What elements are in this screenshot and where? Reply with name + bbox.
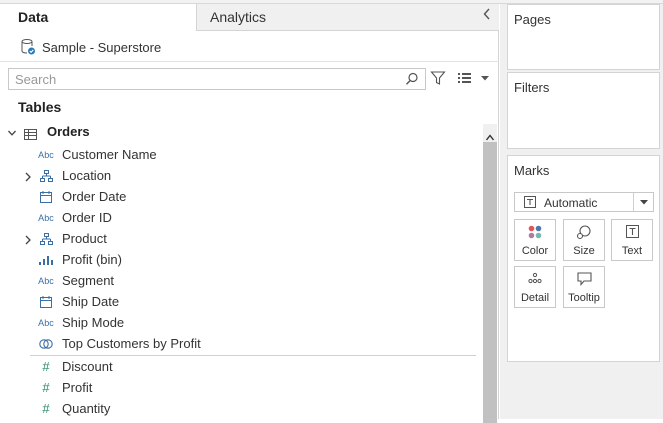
scrollbar[interactable] xyxy=(483,124,497,423)
field-label: Segment xyxy=(62,273,115,288)
collapse-pane-icon[interactable] xyxy=(483,7,491,24)
filters-title: Filters xyxy=(514,80,550,95)
calendar-icon xyxy=(36,188,56,205)
abc-icon: Abc xyxy=(38,317,54,328)
size-icon xyxy=(564,225,604,240)
tab-analytics-label: Analytics xyxy=(210,9,267,25)
hierarchy-icon xyxy=(36,230,56,247)
chevron-down-icon xyxy=(481,76,489,81)
detail-icon xyxy=(515,272,555,284)
field-label: Ship Date xyxy=(62,294,120,309)
scrollbar-thumb[interactable] xyxy=(483,142,497,423)
divider xyxy=(0,61,499,62)
field-item-ship-mode[interactable]: Abc Ship Mode xyxy=(0,312,482,333)
measures-divider xyxy=(30,355,476,356)
field-item-discount[interactable]: # Discount xyxy=(0,356,482,377)
table-name: Orders xyxy=(47,124,90,139)
field-label: Ship Mode xyxy=(62,315,125,330)
size-button[interactable]: Size xyxy=(563,219,605,261)
field-label: Order Date xyxy=(62,189,127,204)
detail-label: Detail xyxy=(520,292,550,304)
field-item-customer-name[interactable]: Abc Customer Name xyxy=(0,144,482,165)
abc-icon: Abc xyxy=(38,212,54,223)
field-item-ship-date[interactable]: Ship Date xyxy=(0,291,482,312)
search-icon xyxy=(405,72,419,91)
field-label: Customer Name xyxy=(62,147,157,162)
text-label: Text xyxy=(621,245,643,257)
pages-title: Pages xyxy=(514,12,551,27)
tooltip-icon xyxy=(564,272,604,286)
mark-type-select[interactable]: Automatic xyxy=(514,192,654,212)
detail-button[interactable]: Detail xyxy=(514,266,556,308)
search-box[interactable] xyxy=(8,68,426,90)
data-pane: Data Analytics Sample - Superstore Searc… xyxy=(0,4,499,423)
filter-icon[interactable] xyxy=(430,70,446,91)
field-item-location[interactable]: Location xyxy=(0,165,482,186)
view-options-button[interactable] xyxy=(457,72,491,84)
field-item-profit[interactable]: # Profit xyxy=(0,377,482,398)
field-label: Location xyxy=(62,168,112,183)
field-label: Discount xyxy=(62,359,113,374)
field-item-quantity[interactable]: # Quantity xyxy=(0,398,482,419)
table-orders[interactable]: Orders xyxy=(0,122,480,143)
field-label: Profit xyxy=(62,380,93,395)
search-input[interactable] xyxy=(9,69,389,89)
table-icon xyxy=(24,127,37,145)
tables-heading: Tables xyxy=(18,99,62,115)
field-label: Product xyxy=(62,231,107,246)
datasource-name: Sample - Superstore xyxy=(42,39,162,55)
abc-icon: Abc xyxy=(38,149,54,160)
tooltip-button[interactable]: Tooltip xyxy=(563,266,605,308)
text-mark-icon xyxy=(524,196,536,211)
chevron-down-icon[interactable] xyxy=(633,193,653,211)
datasource-item[interactable]: Sample - Superstore xyxy=(20,36,161,58)
field-item-top-customers-by-profit[interactable]: Top Customers by Profit xyxy=(0,333,482,354)
color-icon xyxy=(515,225,555,239)
field-item-product[interactable]: Product xyxy=(0,228,482,249)
field-label: Quantity xyxy=(62,401,111,416)
hash-icon: # xyxy=(42,401,50,416)
chevron-down-icon[interactable] xyxy=(7,125,17,143)
field-list: Abc Customer Name Location Order Date Ab… xyxy=(0,144,482,419)
hash-icon: # xyxy=(42,380,50,395)
chevron-right-icon[interactable] xyxy=(24,233,32,248)
field-item-order-date[interactable]: Order Date xyxy=(0,186,482,207)
mark-type-value: Automatic xyxy=(544,196,598,210)
text-button[interactable]: Text xyxy=(611,219,653,261)
calendar-icon xyxy=(36,293,56,310)
tab-analytics[interactable]: Analytics xyxy=(197,4,499,31)
text-icon xyxy=(612,225,652,238)
field-item-segment[interactable]: Abc Segment xyxy=(0,270,482,291)
tab-data[interactable]: Data xyxy=(0,4,197,31)
tooltip-label: Tooltip xyxy=(568,292,600,304)
bin-icon xyxy=(36,251,56,268)
pane-tabs: Data Analytics xyxy=(0,4,499,31)
database-icon xyxy=(21,39,35,55)
size-label: Size xyxy=(573,245,595,257)
pages-card[interactable]: Pages xyxy=(507,4,660,70)
chevron-right-icon[interactable] xyxy=(24,170,32,185)
field-item-profit-bin[interactable]: Profit (bin) xyxy=(0,249,482,270)
abc-icon: Abc xyxy=(38,275,54,286)
field-label: Profit (bin) xyxy=(62,252,122,267)
marks-title: Marks xyxy=(514,163,550,178)
list-view-icon xyxy=(458,73,471,83)
color-button[interactable]: Color xyxy=(514,219,556,261)
shelves-panel: Pages Filters Marks Automatic Color Size… xyxy=(500,4,663,419)
hierarchy-icon xyxy=(36,167,56,184)
field-item-order-id[interactable]: Abc Order ID xyxy=(0,207,482,228)
color-label: Color xyxy=(521,245,549,257)
filters-card[interactable]: Filters xyxy=(507,72,660,149)
marks-card: Marks Automatic Color Size Text Detail T… xyxy=(507,155,660,362)
hash-icon: # xyxy=(42,359,50,374)
field-label: Top Customers by Profit xyxy=(62,336,201,351)
set-icon xyxy=(36,335,56,352)
field-label: Order ID xyxy=(62,210,112,225)
